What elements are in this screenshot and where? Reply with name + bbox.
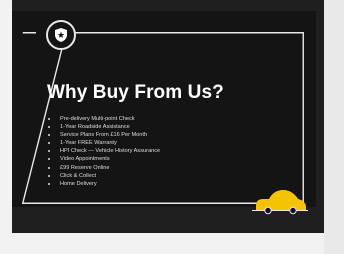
feature-item: Service Plans From £16 Per Month — [48, 131, 160, 139]
shield-star-icon — [46, 20, 76, 50]
feature-item: 1-Year Roadside Assistance — [48, 123, 160, 131]
features-list: Pre-delivery Multi-point Check 1-Year Ro… — [48, 115, 160, 188]
feature-item: HPI Check — Vehicle History Assurance — [48, 147, 160, 155]
yellow-car-icon — [252, 190, 308, 215]
feature-item: 1-Year FREE Warranty — [48, 139, 160, 147]
feature-item: Home Delivery — [48, 180, 160, 188]
shield-star-glyph — [55, 28, 67, 42]
page-bottom-band — [12, 233, 324, 254]
feature-item: Pre-delivery Multi-point Check — [48, 115, 160, 123]
feature-item: Click & Collect — [48, 172, 160, 180]
feature-item: Video Appointments — [48, 155, 160, 163]
section-title: Why Buy From Us? — [47, 82, 224, 103]
feature-item: £99 Reserve Online — [48, 164, 160, 172]
